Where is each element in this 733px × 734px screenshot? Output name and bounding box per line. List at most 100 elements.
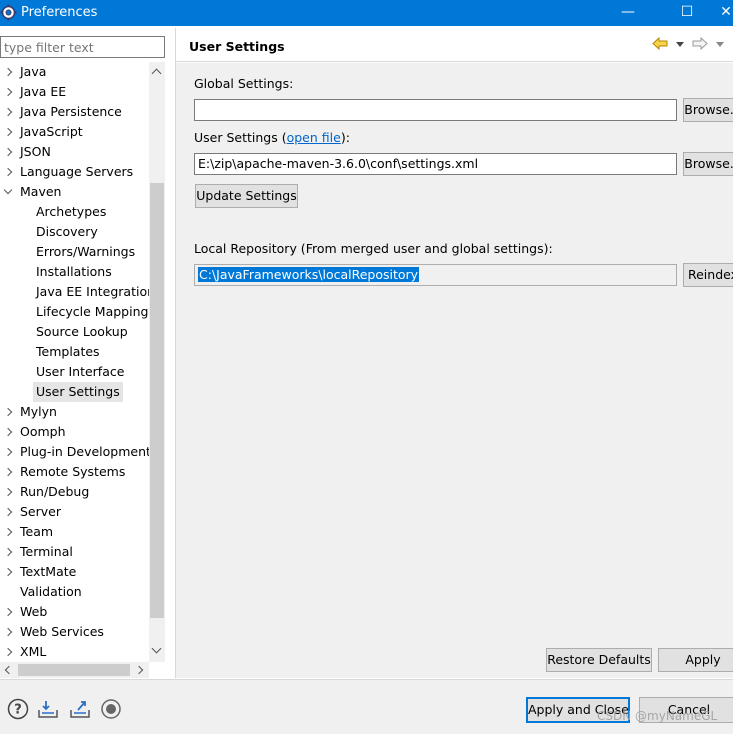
tree-item-team[interactable]: Team bbox=[0, 522, 149, 542]
tree-item-errors-warnings[interactable]: Errors/Warnings bbox=[0, 242, 149, 262]
chevron-right-icon[interactable] bbox=[3, 567, 13, 577]
tree-item-xml[interactable]: XML bbox=[0, 642, 149, 662]
tree-item-java[interactable]: Java bbox=[0, 62, 149, 82]
svg-text:?: ? bbox=[14, 703, 22, 718]
tree-item-label: Source Lookup bbox=[36, 324, 128, 339]
tree-item-lifecycle-mappings[interactable]: Lifecycle Mappings bbox=[0, 302, 149, 322]
reindex-button[interactable]: Reindex bbox=[683, 263, 733, 287]
chevron-right-icon[interactable] bbox=[3, 527, 13, 537]
export-icon[interactable] bbox=[69, 698, 91, 720]
tree-item-templates[interactable]: Templates bbox=[0, 342, 149, 362]
tree-item-label: Maven bbox=[20, 184, 62, 199]
maximize-button[interactable]: ☐ bbox=[664, 0, 710, 26]
chevron-right-icon[interactable] bbox=[3, 407, 13, 417]
tree-item-language-servers[interactable]: Language Servers bbox=[0, 162, 149, 182]
tree-item-archetypes[interactable]: Archetypes bbox=[0, 202, 149, 222]
scrollbar-thumb[interactable] bbox=[18, 664, 130, 676]
forward-arrow-icon[interactable] bbox=[692, 37, 708, 50]
chevron-right-icon[interactable] bbox=[3, 467, 13, 477]
restore-defaults-button[interactable]: Restore Defaults bbox=[546, 648, 652, 672]
tree-horizontal-scrollbar[interactable] bbox=[0, 662, 149, 678]
tree-item-javascript[interactable]: JavaScript bbox=[0, 122, 149, 142]
tree-item-java-persistence[interactable]: Java Persistence bbox=[0, 102, 149, 122]
chevron-down-icon[interactable] bbox=[3, 185, 13, 195]
tree-item-label: Run/Debug bbox=[20, 484, 90, 499]
chevron-right-icon[interactable] bbox=[3, 87, 13, 97]
tree-item-label: Errors/Warnings bbox=[36, 244, 136, 259]
tree-item-remote-systems[interactable]: Remote Systems bbox=[0, 462, 149, 482]
chevron-right-icon[interactable] bbox=[3, 447, 13, 457]
tree-vertical-scrollbar[interactable] bbox=[149, 62, 165, 662]
scroll-down-icon[interactable] bbox=[151, 643, 162, 654]
close-button[interactable]: ✕ bbox=[711, 0, 733, 26]
tree-item-label: Lifecycle Mappings bbox=[36, 304, 149, 319]
tree-item-plug-in-development[interactable]: Plug-in Development bbox=[0, 442, 149, 462]
window-title: Preferences bbox=[21, 5, 98, 20]
tree-item-discovery[interactable]: Discovery bbox=[0, 222, 149, 242]
tree-item-textmate[interactable]: TextMate bbox=[0, 562, 149, 582]
chevron-right-icon[interactable] bbox=[3, 167, 13, 177]
open-file-link[interactable]: open file bbox=[287, 130, 341, 145]
tree-item-label: Discovery bbox=[36, 224, 98, 239]
scroll-left-icon[interactable] bbox=[4, 665, 14, 675]
tree-item-label: Oomph bbox=[20, 424, 66, 439]
tree-item-label: JSON bbox=[20, 144, 51, 159]
tree-item-label: XML bbox=[20, 644, 47, 659]
minimize-button[interactable]: — bbox=[605, 0, 651, 26]
tree-item-label: Language Servers bbox=[20, 164, 134, 179]
help-icon[interactable]: ? bbox=[7, 698, 29, 720]
chevron-right-icon[interactable] bbox=[3, 107, 13, 117]
apply-button[interactable]: Apply bbox=[658, 648, 733, 672]
scroll-right-icon[interactable] bbox=[134, 665, 144, 675]
tree-item-java-ee-integration[interactable]: Java EE Integration bbox=[0, 282, 149, 302]
forward-menu-chevron-icon[interactable] bbox=[716, 42, 724, 47]
tree-item-label: Java EE Integration bbox=[36, 284, 149, 299]
user-settings-label: User Settings (open file): bbox=[194, 130, 350, 145]
import-icon[interactable] bbox=[37, 698, 59, 720]
record-icon[interactable] bbox=[100, 698, 122, 720]
user-settings-page: Global Settings: Browse... User Settings… bbox=[176, 63, 733, 678]
tree-item-web[interactable]: Web bbox=[0, 602, 149, 622]
update-settings-button[interactable]: Update Settings bbox=[195, 184, 298, 208]
tree-item-terminal[interactable]: Terminal bbox=[0, 542, 149, 562]
global-settings-field[interactable] bbox=[194, 99, 677, 121]
chevron-right-icon[interactable] bbox=[3, 647, 13, 657]
tree-item-label: Installations bbox=[36, 264, 112, 279]
scrollbar-thumb[interactable] bbox=[150, 183, 164, 618]
tree-item-label: Web Services bbox=[20, 624, 104, 639]
chevron-right-icon[interactable] bbox=[3, 607, 13, 617]
tree-item-mylyn[interactable]: Mylyn bbox=[0, 402, 149, 422]
filter-input[interactable] bbox=[0, 36, 165, 58]
tree-item-json[interactable]: JSON bbox=[0, 142, 149, 162]
tree-item-java-ee[interactable]: Java EE bbox=[0, 82, 149, 102]
tree-item-label: Validation bbox=[20, 584, 82, 599]
chevron-right-icon[interactable] bbox=[3, 547, 13, 557]
tree-item-web-services[interactable]: Web Services bbox=[0, 622, 149, 642]
chevron-right-icon[interactable] bbox=[3, 147, 13, 157]
tree-item-oomph[interactable]: Oomph bbox=[0, 422, 149, 442]
tree-item-installations[interactable]: Installations bbox=[0, 262, 149, 282]
tree-item-maven[interactable]: Maven bbox=[0, 182, 149, 202]
chevron-right-icon[interactable] bbox=[3, 67, 13, 77]
tree-item-validation[interactable]: Validation bbox=[0, 582, 149, 602]
global-browse-button[interactable]: Browse... bbox=[683, 98, 733, 122]
tree-item-label: Java Persistence bbox=[20, 104, 122, 119]
back-menu-chevron-icon[interactable] bbox=[676, 42, 684, 47]
scroll-up-icon[interactable] bbox=[151, 68, 162, 79]
chevron-right-icon[interactable] bbox=[3, 507, 13, 517]
tree-item-label: Java bbox=[20, 64, 47, 79]
user-browse-button[interactable]: Browse... bbox=[683, 152, 733, 176]
tree-item-source-lookup[interactable]: Source Lookup bbox=[0, 322, 149, 342]
tree-item-label: Web bbox=[20, 604, 48, 619]
chevron-right-icon[interactable] bbox=[3, 127, 13, 137]
chevron-right-icon[interactable] bbox=[3, 627, 13, 637]
tree-item-run-debug[interactable]: Run/Debug bbox=[0, 482, 149, 502]
tree-item-user-interface[interactable]: User Interface bbox=[0, 362, 149, 382]
tree-item-user-settings[interactable]: User Settings bbox=[0, 382, 149, 402]
back-arrow-icon[interactable] bbox=[652, 37, 668, 50]
tree-item-server[interactable]: Server bbox=[0, 502, 149, 522]
local-repository-field[interactable]: C:\JavaFrameworks\localRepository bbox=[194, 264, 677, 286]
user-settings-field[interactable]: E:\zip\apache-maven-3.6.0\conf\settings.… bbox=[194, 153, 677, 175]
chevron-right-icon[interactable] bbox=[3, 427, 13, 437]
chevron-right-icon[interactable] bbox=[3, 487, 13, 497]
